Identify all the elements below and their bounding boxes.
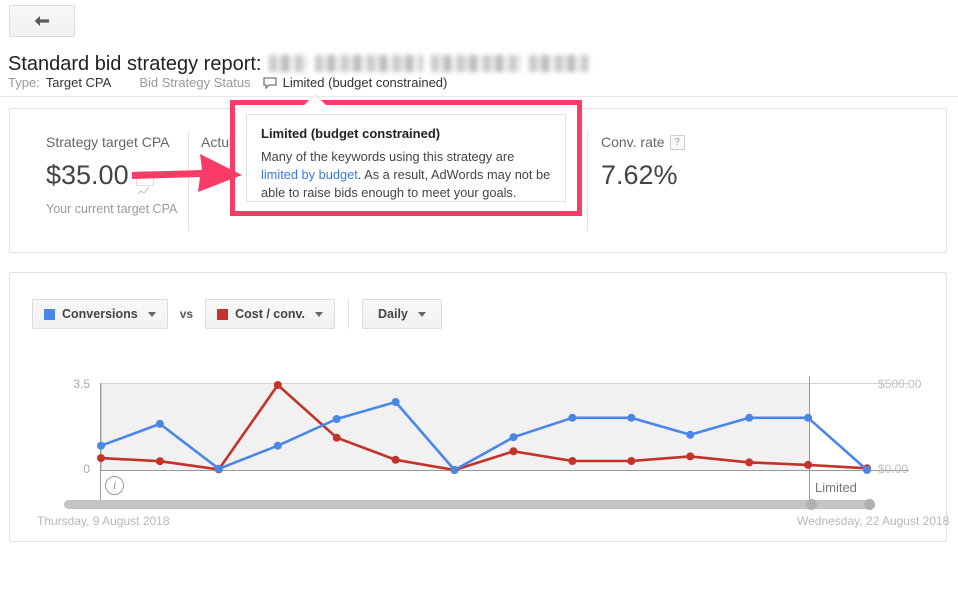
date-range-start: Thursday, 9 August 2018 xyxy=(37,514,170,528)
data-point[interactable] xyxy=(391,455,400,464)
data-point[interactable] xyxy=(332,415,341,423)
scrollbar-handle-right[interactable] xyxy=(864,499,875,510)
data-point[interactable] xyxy=(332,433,341,442)
series-line-cost-per-conv xyxy=(100,383,868,472)
data-point[interactable] xyxy=(155,419,164,428)
data-point[interactable] xyxy=(97,454,105,463)
data-point[interactable] xyxy=(450,466,459,474)
tooltip-body: Limited (budget constrained) Many of the… xyxy=(246,114,566,202)
data-point[interactable] xyxy=(627,457,636,465)
data-point[interactable] xyxy=(155,457,164,466)
tooltip-title: Limited (budget constrained) xyxy=(261,126,441,141)
data-point[interactable] xyxy=(745,413,754,422)
data-point[interactable] xyxy=(568,457,577,465)
bid-status-tooltip: Limited (budget constrained) Many of the… xyxy=(230,94,582,216)
data-point[interactable] xyxy=(273,441,282,450)
data-point[interactable] xyxy=(273,381,282,389)
data-point[interactable] xyxy=(97,441,105,450)
date-range-scrollbar[interactable] xyxy=(64,500,871,509)
tooltip-link[interactable]: limited by budget xyxy=(261,167,358,182)
tooltip-text-part1: Many of the keywords using this strategy… xyxy=(261,149,515,164)
scrollbar-handle-left[interactable] xyxy=(806,499,817,510)
tooltip-text: Many of the keywords using this strategy… xyxy=(261,148,551,202)
data-point[interactable] xyxy=(391,398,400,406)
data-point[interactable] xyxy=(804,413,813,422)
data-point[interactable] xyxy=(863,466,871,474)
data-point[interactable] xyxy=(627,413,636,422)
annotation-arrow xyxy=(130,148,248,201)
data-point[interactable] xyxy=(568,413,577,422)
data-point[interactable] xyxy=(686,452,695,461)
data-point[interactable] xyxy=(804,460,813,469)
data-point[interactable] xyxy=(214,464,223,473)
data-point[interactable] xyxy=(509,433,518,442)
date-range-end: Wednesday, 22 August 2018 xyxy=(797,514,950,528)
data-point[interactable] xyxy=(509,447,518,456)
data-point[interactable] xyxy=(686,430,695,439)
data-point[interactable] xyxy=(745,458,754,467)
tooltip-nub xyxy=(305,95,325,105)
